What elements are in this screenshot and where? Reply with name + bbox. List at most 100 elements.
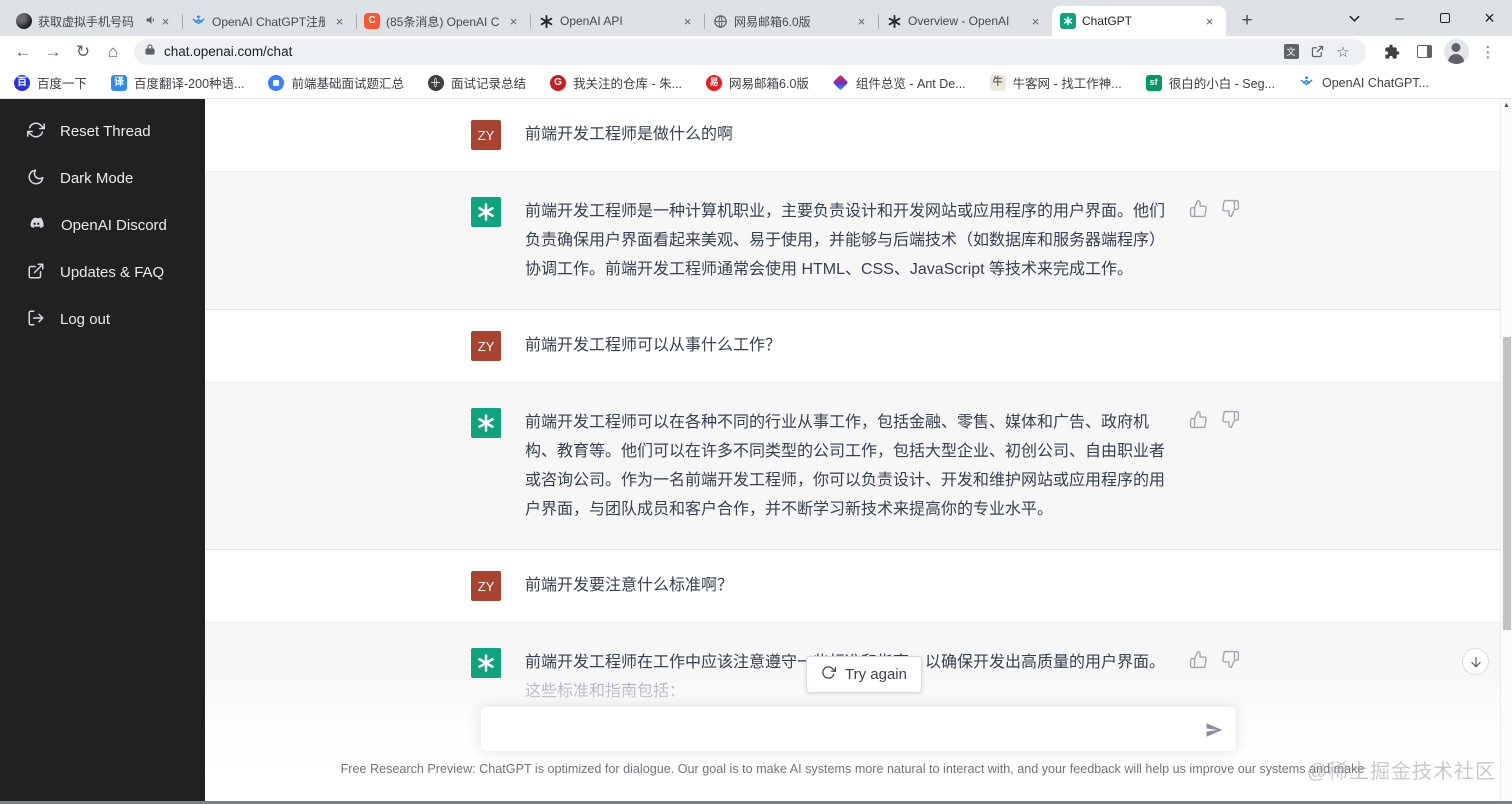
tab-title: (85条消息) OpenAI C	[386, 14, 499, 29]
sidebar: Reset Thread Dark Mode OpenAI Discord Up…	[0, 99, 205, 801]
openai-favicon-icon	[538, 13, 554, 29]
scrollbar-up-arrow[interactable]: ▲	[1501, 102, 1512, 109]
close-window-button[interactable]: ×	[1467, 0, 1512, 36]
tab-csdn-openai[interactable]: C (85条消息) OpenAI C ×	[356, 6, 530, 36]
external-link-icon	[27, 262, 45, 284]
share-icon[interactable]	[1304, 41, 1330, 63]
tab-audio-icon[interactable]	[145, 14, 157, 29]
minimize-button[interactable]: –	[1377, 0, 1422, 36]
forward-icon[interactable]: →	[38, 38, 68, 66]
tab-openai-overview[interactable]: Overview - OpenAI ×	[878, 6, 1052, 36]
tab-search-chevron-icon[interactable]	[1332, 0, 1377, 36]
thumbs-up-icon[interactable]	[1189, 410, 1208, 429]
send-icon[interactable]	[1205, 721, 1223, 739]
message-feedback	[1189, 199, 1240, 218]
tab-title: ChatGPT	[1082, 14, 1133, 28]
openai-favicon-icon	[886, 13, 902, 29]
sidebar-item-reset-thread[interactable]: Reset Thread	[0, 108, 205, 155]
message-composer	[480, 706, 1237, 752]
page-scrollbar[interactable]: ▲	[1500, 99, 1512, 801]
sidebar-item-label: OpenAI Discord	[61, 217, 167, 234]
chatgpt-avatar	[471, 197, 501, 227]
bookmark-ant-design[interactable]: 组件总览 - Ant De...	[833, 73, 966, 92]
tab-chatgpt-register[interactable]: OpenAI ChatGPT注册 ×	[182, 6, 356, 36]
bookmarks-bar: 百 百度一下 译 百度翻译-200种语... 前端基础面试题汇总 面试记录总结 …	[0, 67, 1512, 99]
user-avatar: ZY	[471, 571, 501, 601]
scroll-to-bottom-button[interactable]	[1462, 648, 1489, 675]
new-tab-button[interactable]: +	[1232, 6, 1262, 36]
sidebar-item-label: Updates & FAQ	[60, 264, 165, 281]
side-panel-icon[interactable]	[1408, 38, 1440, 66]
chatgpt-avatar	[471, 648, 501, 678]
browser-menu-icon[interactable]: ⋮	[1472, 38, 1504, 66]
bookmark-gitee-repos[interactable]: G 我关注的仓库 - 朱...	[549, 73, 682, 92]
tab-close-icon[interactable]: ×	[157, 13, 174, 30]
juejin-favicon-icon	[190, 13, 206, 29]
bookmark-frontend-questions[interactable]: 前端基础面试题汇总	[268, 73, 404, 92]
chat-message-user: ZY 前端开发工程师可以从事什么工作？	[205, 310, 1512, 383]
thumbs-up-icon[interactable]	[1189, 199, 1208, 218]
bookmark-baidu-translate[interactable]: 译 百度翻译-200种语...	[111, 73, 244, 92]
scrollbar-thumb[interactable]	[1503, 337, 1511, 630]
bookmark-baidu[interactable]: 百 百度一下	[14, 73, 87, 92]
ant-design-icon	[833, 74, 849, 91]
back-icon[interactable]: ←	[8, 38, 38, 66]
thumbs-down-icon[interactable]	[1221, 199, 1240, 218]
discord-icon	[27, 214, 46, 237]
netease-icon: 易	[706, 74, 723, 91]
translate-icon[interactable]: 文	[1278, 41, 1304, 63]
reload-icon[interactable]: ↻	[68, 38, 98, 66]
tab-title: 获取虚拟手机号码	[38, 14, 135, 29]
tab-close-icon[interactable]: ×	[331, 13, 348, 30]
sidebar-item-updates-faq[interactable]: Updates & FAQ	[0, 249, 205, 296]
refresh-icon	[821, 665, 836, 684]
thumbs-up-icon[interactable]	[1189, 650, 1208, 669]
bookmark-nowcoder[interactable]: 牛 牛客网 - 找工作神...	[989, 73, 1122, 92]
tab-chatgpt-active[interactable]: ChatGPT ×	[1052, 6, 1226, 36]
sidebar-item-label: Reset Thread	[60, 123, 151, 140]
sidebar-item-log-out[interactable]: Log out	[0, 296, 205, 343]
profile-avatar[interactable]	[1440, 38, 1472, 66]
watermark-text: @稀土掘金技术社区	[1306, 761, 1496, 783]
bookmark-segmentfault[interactable]: sf 很白的小白 - Seg...	[1145, 73, 1275, 92]
tab-title: OpenAI API	[560, 14, 623, 28]
tab-close-icon[interactable]: ×	[853, 13, 870, 30]
globe-icon	[427, 74, 444, 91]
message-text: 前端开发工程师可以在各种不同的行业从事工作，包括金融、零售、媒体和广告、政府机构…	[525, 414, 1166, 518]
tab-virtual-phone[interactable]: 获取虚拟手机号码 ×	[8, 6, 182, 36]
bookmark-openai-chatgpt[interactable]: OpenAI ChatGPT...	[1299, 75, 1429, 91]
user-avatar: ZY	[471, 331, 501, 361]
chatgpt-favicon-icon	[1060, 13, 1076, 29]
tab-close-icon[interactable]: ×	[1027, 13, 1044, 30]
sidebar-item-label: Log out	[60, 311, 111, 328]
chat-message-user: ZY 前端开发要注意什么标准啊？	[205, 550, 1512, 623]
bookmark-interview-notes[interactable]: 面试记录总结	[427, 73, 526, 92]
juejin-icon	[1299, 75, 1315, 91]
baidu-icon: 百	[14, 74, 30, 91]
tab-close-icon[interactable]: ×	[679, 13, 696, 30]
thumbs-down-icon[interactable]	[1221, 650, 1240, 669]
message-input[interactable]	[481, 707, 1236, 751]
home-icon[interactable]: ⌂	[98, 38, 128, 66]
bookmark-star-icon[interactable]: ☆	[1330, 41, 1356, 63]
maximize-button[interactable]	[1422, 0, 1467, 36]
chat-message-assistant: 前端开发工程师可以在各种不同的行业从事工作，包括金融、零售、媒体和广告、政府机构…	[205, 383, 1512, 550]
chat-message-assistant: 前端开发工程师是一种计算机职业，主要负责设计和开发网站或应用程序的用户界面。他们…	[205, 172, 1512, 310]
address-input[interactable]: chat.openai.com/chat 文 ☆	[134, 38, 1366, 65]
tab-title: OpenAI ChatGPT注册	[212, 14, 325, 29]
browser-tab-strip: 获取虚拟手机号码 × OpenAI ChatGPT注册 × C (85条消息) …	[0, 0, 1512, 36]
thumbs-down-icon[interactable]	[1221, 410, 1240, 429]
lock-icon	[144, 43, 156, 61]
chat-main: ZY 前端开发工程师是做什么的啊 前端开发工程师是一种计算机职业，主要负责设计和…	[205, 99, 1512, 801]
tab-netease-mail[interactable]: 网易邮箱6.0版 ×	[704, 6, 878, 36]
sidebar-item-dark-mode[interactable]: Dark Mode	[0, 155, 205, 202]
chatgpt-page: Reset Thread Dark Mode OpenAI Discord Up…	[0, 99, 1512, 801]
tab-openai-api[interactable]: OpenAI API ×	[530, 6, 704, 36]
sidebar-item-openai-discord[interactable]: OpenAI Discord	[0, 202, 205, 249]
bookmark-netease-mail[interactable]: 易 网易邮箱6.0版	[706, 73, 809, 92]
tab-close-icon[interactable]: ×	[505, 13, 522, 30]
message-text: 前端开发要注意什么标准啊？	[525, 577, 734, 594]
try-again-button[interactable]: Try again	[806, 656, 922, 693]
extensions-icon[interactable]	[1376, 38, 1408, 66]
tab-close-icon[interactable]: ×	[1201, 13, 1218, 30]
